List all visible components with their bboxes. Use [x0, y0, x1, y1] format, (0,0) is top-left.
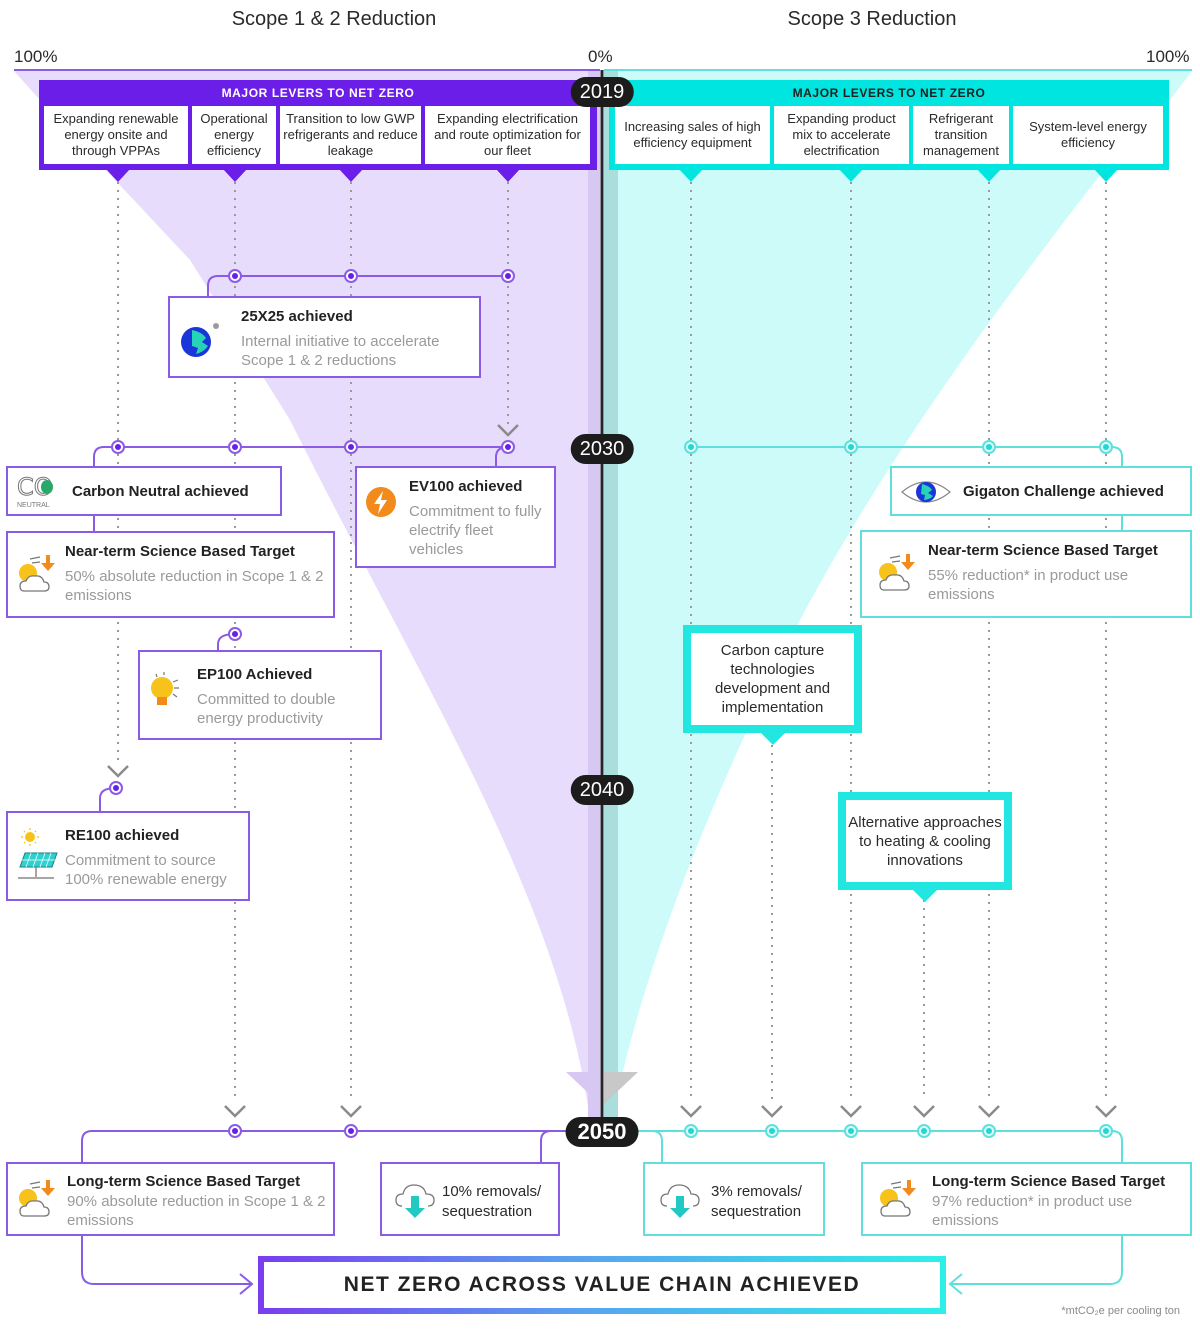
milestone-carbon-neutral: CO NEUTRAL Carbon Neutral achieved	[6, 466, 282, 516]
milestone-ev100: EV100 achieved Commitment to fully elect…	[355, 466, 556, 568]
milestone-removals-scope3: 3% removals/ sequestration	[643, 1162, 825, 1236]
milestone-title: Near-term Science Based Target	[65, 543, 295, 560]
co2-neutral-label: NEUTRAL	[17, 502, 50, 509]
cloud-download-icon	[395, 1184, 435, 1218]
milestone-description: Internal initiative to accelerate Scope …	[241, 333, 440, 369]
milestone-description: Commitment to fully electrify fleet vehi…	[409, 503, 542, 558]
cloud-download-icon	[660, 1184, 700, 1218]
removals-text: 10% removals/ sequestration	[442, 1183, 542, 1220]
lightning-icon	[366, 487, 396, 517]
carbon-capture-text: Carbon capture technologies development …	[714, 642, 831, 716]
sun-cloud-down-icon	[879, 554, 915, 591]
year-badge-2050: 2050	[565, 1117, 639, 1147]
milestone-long-term-sbt-scope12: Long-term Science Based Target 90% absol…	[6, 1162, 335, 1236]
milestone-description: 55% reduction* in product use emissions	[928, 567, 1129, 603]
milestone-description: 97% reduction* in product use emissions	[932, 1193, 1133, 1229]
milestone-removals-scope12: 10% removals/ sequestration	[380, 1162, 560, 1236]
year-badge-2040: 2040	[570, 775, 634, 805]
net-zero-text: NET ZERO ACROSS VALUE CHAIN ACHIEVED	[264, 1262, 940, 1308]
milestone-title: Near-term Science Based Target	[928, 542, 1158, 559]
globe-icon	[181, 323, 219, 357]
scope3-levers-heading: MAJOR LEVERS TO NET ZERO	[792, 86, 986, 100]
lever-low-gwp-refrigerants: Transition to low GWP refrigerants and r…	[280, 106, 421, 164]
milestone-title: Long-term Science Based Target	[67, 1173, 301, 1190]
milestone-description: 90% absolute reduction in Scope 1 & 2 em…	[67, 1193, 326, 1229]
year-badge-2019: 2019	[570, 77, 634, 107]
co2-neutral-icon: CO NEUTRAL	[17, 473, 63, 510]
solar-panel-icon	[18, 828, 58, 879]
milestone-title: EP100 Achieved	[197, 666, 313, 683]
milestone-25x25: 25X25 achieved Internal initiative to ac…	[168, 296, 481, 378]
scope3-cone-edge	[604, 71, 618, 1121]
sun-cloud-down-icon	[19, 555, 55, 592]
net-zero-banner: NET ZERO ACROSS VALUE CHAIN ACHIEVED	[258, 1256, 946, 1314]
milestone-title: 25X25 achieved	[241, 308, 353, 325]
scope12-lever-pointers	[106, 169, 520, 182]
milestone-re100: RE100 achieved Commitment to source 100%…	[6, 811, 250, 901]
milestone-ep100: EP100 Achieved Committed to double energ…	[138, 650, 382, 740]
scope12-levers-panel: MAJOR LEVERS TO NET ZERO Expanding renew…	[39, 80, 597, 170]
lever-system-efficiency: System-level energy efficiency	[1013, 106, 1163, 164]
milestone-near-term-sbt-scope3: Near-term Science Based Target 55% reduc…	[860, 530, 1192, 618]
milestone-title: RE100 achieved	[65, 827, 180, 844]
scope3-title: Scope 3 Reduction	[787, 8, 957, 30]
milestone-description: Committed to double energy productivity	[197, 691, 336, 727]
scope12-title: Scope 1 & 2 Reduction	[231, 8, 437, 30]
scope12-start-percent: 100%	[14, 47, 58, 66]
milestone-description: 50% absolute reduction in Scope 1 & 2 em…	[65, 568, 324, 604]
milestone-gigaton-challenge: Gigaton Challenge achieved	[890, 466, 1192, 516]
sun-cloud-down-icon	[19, 1180, 55, 1217]
lever-operational-efficiency: Operational energy efficiency	[192, 106, 276, 164]
milestone-description: Commitment to source 100% renewable ener…	[65, 852, 227, 888]
milestone-long-term-sbt-scope3: Long-term Science Based Target 97% reduc…	[861, 1162, 1192, 1236]
scope12-cone-arrowhead	[566, 1072, 600, 1104]
lever-renewable-energy: Expanding renewable energy onsite and th…	[44, 106, 188, 164]
scope12-cone-edge	[588, 71, 600, 1121]
year-badge-2030: 2030	[570, 434, 634, 464]
milestone-near-term-sbt-scope12: Near-term Science Based Target 50% absol…	[6, 531, 335, 618]
lightbulb-icon	[151, 672, 179, 705]
alternative-heating-cooling-box: Alternative approaches to heating & cool…	[838, 792, 1012, 890]
footnote: *mtCO₂e per cooling ton	[1061, 1305, 1180, 1317]
lever-product-electrification: Expanding product mix to accelerate elec…	[774, 106, 909, 164]
scope3-cone-arrowhead	[604, 1072, 638, 1104]
lever-refrigerant-transition: Refrigerant transition management	[913, 106, 1009, 164]
scope12-levers-heading: MAJOR LEVERS TO NET ZERO	[221, 86, 415, 100]
scope3-lever-pointers	[679, 169, 1118, 182]
carbon-capture-box: Carbon capture technologies development …	[683, 625, 862, 733]
scope3-levers-panel: MAJOR LEVERS TO NET ZERO Increasing sale…	[609, 80, 1169, 170]
milestone-title: Carbon Neutral achieved	[72, 483, 249, 500]
alternative-heating-cooling-text: Alternative approaches to heating & cool…	[848, 813, 1002, 869]
removals-text: 3% removals/ sequestration	[711, 1183, 802, 1220]
lever-fleet-electrification: Expanding electrification and route opti…	[425, 106, 590, 164]
milestone-title: Gigaton Challenge achieved	[963, 483, 1164, 500]
milestone-title: EV100 achieved	[409, 478, 523, 495]
sun-cloud-down-icon	[880, 1180, 916, 1217]
lever-high-efficiency-sales: Increasing sales of high efficiency equi…	[615, 106, 770, 164]
milestone-title: Long-term Science Based Target	[932, 1173, 1166, 1190]
scope3-start-percent: 100%	[1146, 47, 1190, 66]
eye-globe-icon	[901, 481, 951, 503]
center-zero-percent: 0%	[588, 47, 613, 66]
